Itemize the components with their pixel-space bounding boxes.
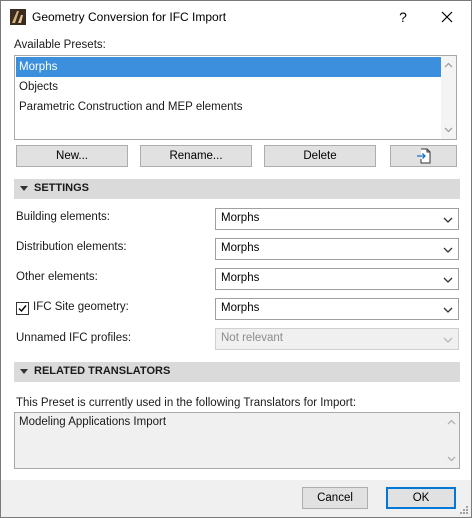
collapse-triangle-icon xyxy=(20,186,28,191)
related-translators-title: RELATED TRANSLATORS xyxy=(34,365,171,377)
dialog-footer: Cancel OK xyxy=(1,480,471,517)
ifc-site-geometry-select[interactable]: Morphs xyxy=(215,298,459,320)
preset-list[interactable]: Morphs Objects Parametric Construction a… xyxy=(14,55,457,140)
building-elements-select[interactable]: Morphs xyxy=(215,208,459,230)
presets-label: Available Presets: xyxy=(14,39,106,51)
translators-list-scrollbar xyxy=(444,413,459,468)
related-translators-section-header[interactable]: RELATED TRANSLATORS xyxy=(14,362,460,382)
close-icon xyxy=(441,11,453,23)
collapse-triangle-icon xyxy=(20,369,28,374)
resize-grip-icon[interactable] xyxy=(459,505,469,515)
scroll-down-icon xyxy=(447,456,456,462)
title-bar: Geometry Conversion for IFC Import ? xyxy=(1,1,471,33)
ok-button[interactable]: OK xyxy=(386,487,456,509)
settings-section-header[interactable]: SETTINGS xyxy=(14,179,460,199)
building-elements-value: Morphs xyxy=(221,212,260,224)
other-elements-label: Other elements: xyxy=(16,271,98,283)
chevron-down-icon xyxy=(443,217,453,223)
chevron-down-icon xyxy=(443,247,453,253)
building-elements-label: Building elements: xyxy=(16,211,110,223)
delete-preset-button[interactable]: Delete xyxy=(264,145,376,167)
app-icon xyxy=(10,9,26,25)
unnamed-ifc-profiles-select: Not relevant xyxy=(215,328,459,350)
translator-item: Modeling Applications Import xyxy=(19,416,167,428)
checkmark-icon xyxy=(18,305,27,313)
scroll-up-icon[interactable] xyxy=(444,61,453,70)
rename-preset-button[interactable]: Rename... xyxy=(140,145,252,167)
preset-list-scrollbar[interactable] xyxy=(441,56,456,139)
cancel-button[interactable]: Cancel xyxy=(302,487,368,509)
chevron-down-icon xyxy=(443,337,453,343)
window-title: Geometry Conversion for IFC Import xyxy=(32,10,227,24)
new-preset-button[interactable]: New... xyxy=(16,145,128,167)
scroll-down-icon[interactable] xyxy=(444,125,453,134)
settings-section-title: SETTINGS xyxy=(34,182,90,194)
translators-list: Modeling Applications Import xyxy=(14,412,460,469)
other-elements-select[interactable]: Morphs xyxy=(215,268,459,290)
ifc-site-geometry-label: IFC Site geometry: xyxy=(33,301,129,313)
help-button[interactable]: ? xyxy=(381,3,425,31)
ifc-site-geometry-checkbox[interactable] xyxy=(16,302,29,315)
distribution-elements-label: Distribution elements: xyxy=(16,241,127,253)
preset-item-morphs[interactable]: Morphs xyxy=(16,57,441,77)
import-file-icon xyxy=(417,148,431,164)
preset-item-objects[interactable]: Objects xyxy=(16,77,441,97)
other-elements-value: Morphs xyxy=(221,272,260,284)
dialog-window: Geometry Conversion for IFC Import ? Ava… xyxy=(0,0,472,518)
related-translators-description: This Preset is currently used in the fol… xyxy=(16,397,357,409)
unnamed-ifc-profiles-value: Not relevant xyxy=(221,332,284,344)
chevron-down-icon xyxy=(443,307,453,313)
scroll-up-icon xyxy=(447,419,456,425)
close-button[interactable] xyxy=(425,3,469,31)
unnamed-ifc-profiles-label: Unnamed IFC profiles: xyxy=(16,332,132,344)
chevron-down-icon xyxy=(443,277,453,283)
distribution-elements-select[interactable]: Morphs xyxy=(215,238,459,260)
import-preset-button[interactable] xyxy=(390,145,457,167)
preset-item-parametric[interactable]: Parametric Construction and MEP elements xyxy=(16,97,441,117)
ifc-site-geometry-value: Morphs xyxy=(221,302,260,314)
distribution-elements-value: Morphs xyxy=(221,242,260,254)
